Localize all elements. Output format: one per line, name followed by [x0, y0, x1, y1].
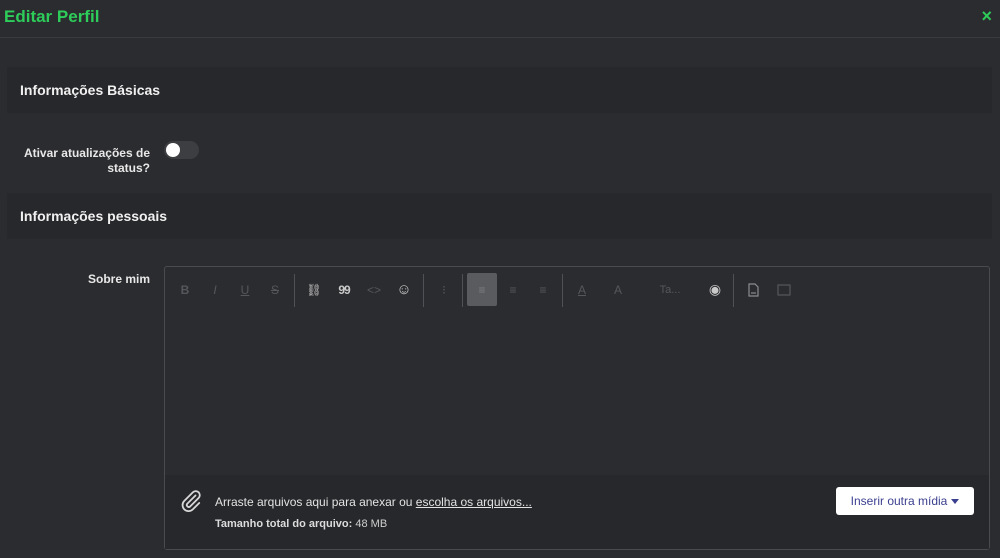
- section-personal-title: Informações pessoais: [20, 208, 168, 224]
- background-color-icon[interactable]: A: [603, 273, 633, 306]
- italic-button[interactable]: I: [200, 273, 230, 306]
- code-icon[interactable]: <>: [359, 273, 389, 306]
- align-right-icon[interactable]: ≡: [528, 273, 558, 306]
- about-me-editor: B I U S ⛓ 99 <> ☺ ⁝ ≡ ≡ ≡ A A Ta... ◉ Ar…: [164, 266, 990, 550]
- close-icon[interactable]: ×: [981, 6, 992, 26]
- clear-format-icon[interactable]: [738, 273, 768, 306]
- preview-eye-icon[interactable]: ◉: [700, 273, 730, 306]
- toggle-knob: [166, 143, 180, 157]
- align-left-icon[interactable]: ≡: [467, 273, 497, 306]
- toolbar-divider: [294, 274, 295, 307]
- editor-toolbar: B I U S ⛓ 99 <> ☺ ⁝ ≡ ≡ ≡ A A Ta... ◉: [165, 271, 989, 307]
- section-personal-info: Informações pessoais: [7, 193, 992, 239]
- section-basic-title: Informações Básicas: [20, 82, 161, 98]
- fullscreen-icon[interactable]: [769, 273, 799, 306]
- about-me-text-area[interactable]: [165, 309, 989, 475]
- align-center-icon[interactable]: ≡: [498, 273, 528, 306]
- attachment-drag-text: Arraste arquivos aqui para anexar ou: [215, 495, 413, 509]
- bold-button[interactable]: B: [170, 273, 200, 306]
- link-icon[interactable]: ⛓: [299, 273, 329, 306]
- attachment-size-label: Tamanho total do arquivo:: [215, 518, 353, 530]
- paperclip-icon: [181, 490, 201, 512]
- toolbar-divider: [562, 274, 563, 307]
- status-updates-toggle[interactable]: [164, 141, 199, 159]
- insert-media-button[interactable]: Inserir outra mídia: [836, 487, 974, 515]
- dialog-title: Editar Perfil: [4, 7, 100, 26]
- attachment-hint: Arraste arquivos aqui para anexar ou esc…: [215, 495, 532, 509]
- attachment-size: Tamanho total do arquivo: 48 MB: [215, 518, 387, 530]
- dialog-header: Editar Perfil ×: [0, 0, 1000, 38]
- list-icon[interactable]: ⁝: [429, 273, 459, 306]
- font-size-dropdown[interactable]: Ta...: [647, 273, 693, 306]
- attachment-bar: Arraste arquivos aqui para anexar ou esc…: [165, 475, 989, 549]
- strikethrough-button[interactable]: S: [260, 273, 290, 306]
- insert-media-label: Inserir outra mídia: [850, 494, 948, 508]
- attachment-size-value: 48 MB: [355, 518, 388, 530]
- choose-files-link[interactable]: escolha os arquivos...: [416, 495, 532, 509]
- underline-button[interactable]: U: [230, 273, 260, 306]
- section-basic-info: Informações Básicas: [7, 67, 992, 113]
- toolbar-divider: [423, 274, 424, 307]
- caret-down-icon: [951, 498, 960, 504]
- toolbar-divider: [733, 274, 734, 307]
- quote-icon[interactable]: 99: [329, 273, 359, 306]
- toolbar-divider: [462, 274, 463, 307]
- emoji-icon[interactable]: ☺: [389, 273, 419, 306]
- status-updates-label: Ativar atualizações de status?: [23, 146, 150, 175]
- about-me-label: Sobre mim: [87, 272, 150, 286]
- text-color-icon[interactable]: A: [567, 273, 597, 306]
